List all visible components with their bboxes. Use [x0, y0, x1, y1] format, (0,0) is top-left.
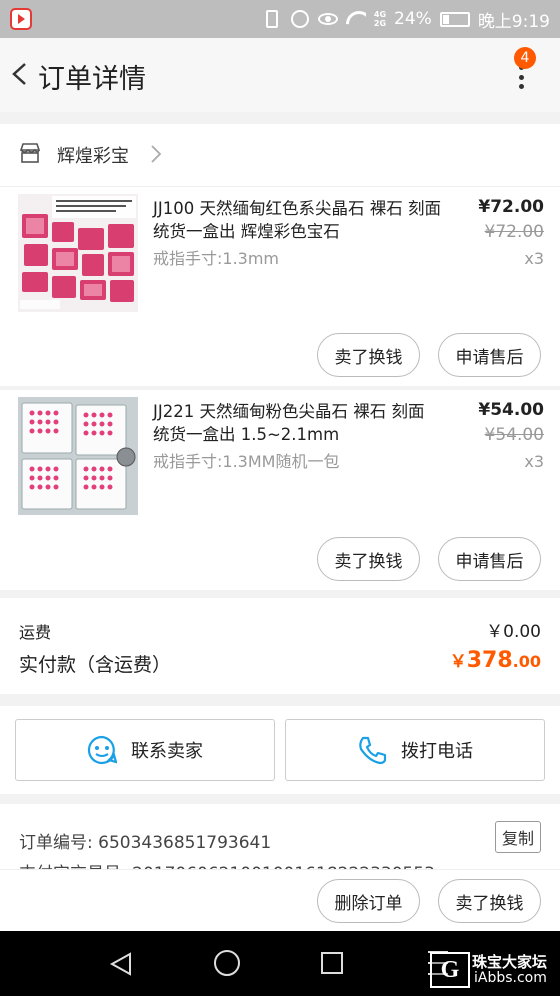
wifi-icon [346, 9, 366, 29]
shipping-value: ￥0.00 [486, 622, 541, 642]
item-spec: 戒指手寸:1.3MM随机一包 [153, 452, 340, 471]
item-original-price: ¥54.00 [484, 425, 544, 445]
status-bar: 4G 2G 24% 晚上9:19 [0, 0, 560, 38]
item-original-price: ¥72.00 [484, 222, 544, 242]
after-sale-button[interactable]: 申请售后 [438, 537, 541, 581]
store-icon [19, 143, 41, 163]
call-phone-button[interactable]: 拨打电话 [285, 719, 545, 781]
total-integer: 378 [466, 648, 513, 673]
back-arrow-icon[interactable] [10, 62, 28, 86]
clock: 晚上9:19 [477, 11, 550, 32]
battery-percent: 24% [394, 9, 432, 29]
item-price: ¥54.00 [478, 400, 544, 420]
shop-row[interactable]: 辉煌彩宝 [0, 124, 560, 186]
sell-item-button[interactable]: 卖了换钱 [317, 537, 420, 581]
item-quantity: x3 [524, 249, 544, 268]
after-sale-button[interactable]: 申请售后 [438, 333, 541, 377]
phone-icon [359, 736, 387, 765]
payment-summary: 运费 ￥0.00 实付款（含运费） ￥378.00 [0, 598, 560, 694]
delete-order-button[interactable]: 删除订单 [317, 879, 420, 923]
site-watermark: G 珠宝大家坛 iAbbs.com [430, 944, 558, 992]
watermark-en: iAbbs.com [474, 970, 547, 986]
alarm-icon [290, 9, 310, 29]
page-title: 订单详情 [38, 64, 146, 95]
shop-name: 辉煌彩宝 [57, 146, 129, 167]
product-image[interactable] [18, 194, 138, 312]
contact-area: 联系卖家 拨打电话 [0, 706, 560, 794]
total-paid-label: 实付款（含运费） [19, 654, 172, 676]
item-spec: 戒指手寸:1.3mm [153, 249, 280, 268]
item-title[interactable]: JJ100 天然缅甸红色系尖晶石 裸石 刻面 统货一盒出 辉煌彩色宝石 [153, 197, 443, 243]
battery-icon [439, 11, 470, 27]
network-type: 4G 2G [373, 10, 387, 28]
notification-badge: 4 [514, 47, 536, 69]
item-quantity: x3 [524, 452, 544, 471]
total-decimal: .00 [512, 652, 541, 671]
nav-recent-apps-icon[interactable] [321, 952, 343, 974]
total-paid-value: ￥378.00 [450, 647, 541, 673]
more-options-icon[interactable] [511, 65, 531, 89]
copy-button[interactable]: 复制 [495, 821, 541, 853]
order-number: 订单编号: 6503436851793641 [19, 833, 272, 853]
app-header: 订单详情 4 [0, 38, 560, 112]
bottom-action-bar: 删除订单 卖了换钱 [0, 869, 560, 931]
sell-order-button[interactable]: 卖了换钱 [438, 879, 541, 923]
watermark-cn: 珠宝大家坛 [472, 953, 548, 971]
shipping-label: 运费 [19, 623, 52, 642]
call-phone-label: 拨打电话 [401, 741, 473, 762]
contact-seller-label: 联系卖家 [131, 741, 203, 762]
status-icons: 4G 2G 24% 晚上9:19 [262, 0, 550, 38]
eye-comfort-icon [317, 9, 338, 29]
contact-seller-button[interactable]: 联系卖家 [15, 719, 275, 781]
order-item: JJ221 天然缅甸粉色尖晶石 裸石 刻面 统货一盒出 1.5~2.1mm 戒指… [0, 390, 560, 590]
nav-back-icon[interactable] [108, 951, 134, 977]
nav-home-icon[interactable] [214, 950, 240, 976]
chevron-right-icon [151, 145, 162, 163]
item-title[interactable]: JJ221 天然缅甸粉色尖晶石 裸石 刻面 统货一盒出 1.5~2.1mm [153, 400, 443, 446]
order-info: 订单编号: 6503436851793641 复制 支付宝交易号: 201706… [0, 804, 560, 870]
order-item: JJ100 天然缅甸红色系尖晶石 裸石 刻面 统货一盒出 辉煌彩色宝石 戒指手寸… [0, 186, 560, 386]
total-currency: ￥ [449, 652, 467, 672]
sell-item-button[interactable]: 卖了换钱 [317, 333, 420, 377]
video-app-icon [10, 8, 32, 30]
item-price: ¥72.00 [478, 197, 544, 217]
vibrate-icon [262, 9, 282, 29]
watermark-logo: G [430, 952, 470, 988]
chat-icon [87, 735, 117, 765]
product-image[interactable] [18, 397, 138, 515]
